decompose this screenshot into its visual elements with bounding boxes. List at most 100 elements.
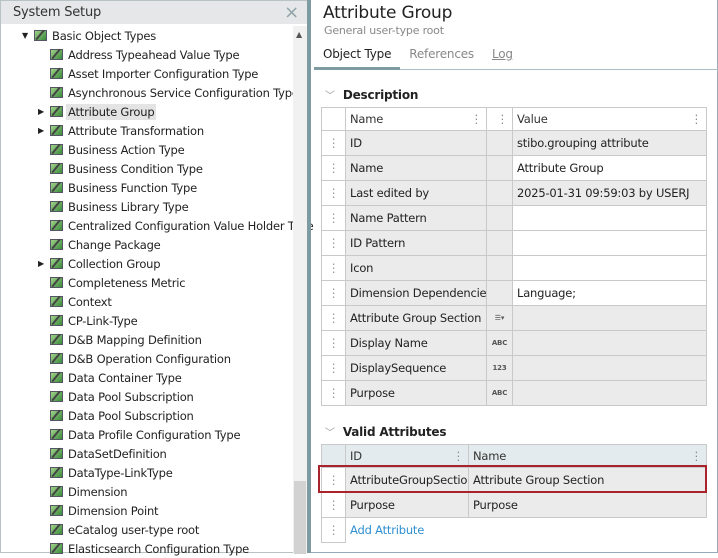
tree-item[interactable]: D&B Mapping Definition: [1, 330, 293, 349]
tree-item[interactable]: Data Pool Subscription: [1, 387, 293, 406]
column-header-name[interactable]: Name ⋮: [468, 444, 707, 468]
tree-item-label: Elasticsearch Configuration Type: [68, 541, 250, 556]
tree-item[interactable]: Data Container Type: [1, 368, 293, 387]
tree-item-label: Data Profile Configuration Type: [68, 427, 241, 442]
attribute-value[interactable]: Attribute Group: [512, 155, 707, 181]
tree-item-label: Asset Importer Configuration Type: [68, 66, 259, 81]
column-menu-icon[interactable]: ⋮: [471, 112, 483, 126]
object-type-icon: [50, 182, 63, 193]
column-menu-icon[interactable]: ⋮: [453, 449, 465, 463]
valid-attributes-section-header[interactable]: ﹀ Valid Attributes: [325, 424, 446, 439]
object-type-icon: [50, 144, 63, 155]
tree-item[interactable]: Data Pool Subscription: [1, 406, 293, 425]
tree-item[interactable]: D&B Operation Configuration: [1, 349, 293, 368]
column-header-value[interactable]: Value ⋮: [512, 107, 707, 131]
object-type-icon: [34, 30, 47, 41]
tree-item-label: Business Library Type: [68, 199, 189, 214]
row-drag-handle[interactable]: ⋮: [321, 517, 346, 543]
tree-item[interactable]: Business Action Type: [1, 140, 293, 159]
row-drag-handle[interactable]: ⋮: [321, 130, 346, 156]
tree-item-label: Completeness Metric: [68, 275, 186, 290]
tab-log[interactable]: Log: [483, 44, 522, 69]
table-header: ID ⋮ Name ⋮: [321, 444, 707, 468]
tree-item[interactable]: Asset Importer Configuration Type: [1, 64, 293, 83]
attribute-value[interactable]: [512, 230, 707, 256]
scrollbar-thumb[interactable]: [294, 481, 306, 554]
type-cell: [486, 280, 513, 306]
attribute-name: Icon: [345, 255, 487, 281]
tree-item[interactable]: Change Package: [1, 235, 293, 254]
tree-item[interactable]: ▶ Collection Group: [1, 254, 293, 273]
tree-item[interactable]: Completeness Metric: [1, 273, 293, 292]
attribute-value[interactable]: [512, 255, 707, 281]
column-header-name[interactable]: Name ⋮: [345, 107, 487, 131]
tree-item[interactable]: DataType-LinkType: [1, 463, 293, 482]
tree-item[interactable]: Dimension: [1, 482, 293, 501]
row-drag-handle[interactable]: ⋮: [321, 230, 346, 256]
tree-item[interactable]: Centralized Configuration Value Holder T…: [1, 216, 314, 235]
tree-item-label: eCatalog user-type root: [68, 522, 200, 537]
tree-item[interactable]: Business Condition Type: [1, 159, 293, 178]
table-row: ⋮ Attribute Group Section ☰▾: [321, 305, 707, 331]
row-drag-handle[interactable]: ⋮: [321, 155, 346, 181]
tree-item[interactable]: ▶ Attribute Transformation: [1, 121, 293, 140]
row-drag-handle[interactable]: ⋮: [321, 305, 346, 331]
tree-item[interactable]: ▼ Basic Object Types: [1, 26, 293, 45]
add-attribute-link[interactable]: Add Attribute: [345, 517, 469, 543]
column-header-id[interactable]: ID ⋮: [345, 444, 469, 468]
tree-item-label: CP-Link-Type: [68, 313, 138, 328]
tree-item[interactable]: Business Function Type: [1, 178, 293, 197]
column-menu-icon[interactable]: ⋮: [691, 112, 703, 126]
scroll-up-icon[interactable]: ▲: [296, 30, 302, 39]
tree-item[interactable]: eCatalog user-type root: [1, 520, 293, 539]
tree-item[interactable]: ▶ Attribute Group: [1, 102, 293, 121]
table-row[interactable]: ⋮ AttributeGroupSection Attribute Group Se…: [321, 467, 707, 493]
table-row: ⋮ Purpose ABC: [321, 380, 707, 406]
tab-object-type[interactable]: Object Type: [314, 44, 401, 70]
row-drag-handle[interactable]: ⋮: [321, 180, 346, 206]
attribute-value[interactable]: [512, 205, 707, 231]
row-drag-handle[interactable]: ⋮: [321, 492, 346, 518]
tree-item-label: Business Condition Type: [68, 161, 203, 176]
page-title: Attribute Group: [323, 3, 453, 23]
close-icon[interactable]: ×: [284, 2, 299, 23]
tree-item[interactable]: Data Profile Configuration Type: [1, 425, 293, 444]
description-section-header[interactable]: ﹀ Description: [325, 87, 418, 102]
tree-item[interactable]: Address Typeahead Value Type: [1, 45, 293, 64]
tree-item[interactable]: Asynchronous Service Configuration Type: [1, 83, 299, 102]
column-menu-icon[interactable]: ⋮: [691, 449, 703, 463]
tree-scrollbar[interactable]: ▲: [293, 26, 307, 554]
object-type-icon: [50, 163, 63, 174]
tree-item[interactable]: DataSetDefinition: [1, 444, 293, 463]
tree-item[interactable]: CP-Link-Type: [1, 311, 293, 330]
attribute-value[interactable]: Language;: [512, 280, 707, 306]
type-icon: ☰▾: [486, 305, 513, 331]
row-drag-handle[interactable]: ⋮: [321, 355, 346, 381]
collapsed-arrow-icon[interactable]: ▶: [38, 126, 44, 135]
column-menu-icon[interactable]: ⋮: [497, 112, 509, 126]
object-type-icon: [50, 315, 63, 326]
collapsed-arrow-icon[interactable]: ▶: [38, 259, 44, 268]
tree-item[interactable]: Context: [1, 292, 293, 311]
row-drag-handle[interactable]: ⋮: [321, 467, 346, 493]
attribute-id: AttributeGroupSection: [345, 467, 469, 493]
attribute-name: Purpose: [468, 492, 707, 518]
object-type-icon: [50, 296, 63, 307]
table-row[interactable]: ⋮ Purpose Purpose: [321, 492, 707, 518]
expanded-arrow-icon[interactable]: ▼: [22, 31, 28, 40]
tree-item[interactable]: Business Library Type: [1, 197, 293, 216]
object-type-icon: [50, 201, 63, 212]
row-drag-handle[interactable]: ⋮: [321, 255, 346, 281]
tab-references[interactable]: References: [400, 44, 483, 69]
tree-item[interactable]: Elasticsearch Configuration Type: [1, 539, 293, 558]
tree-item-label: Basic Object Types: [52, 28, 157, 43]
row-drag-handle[interactable]: ⋮: [321, 330, 346, 356]
attribute-name: Name Pattern: [345, 205, 487, 231]
row-drag-handle[interactable]: ⋮: [321, 205, 346, 231]
tree-item[interactable]: Dimension Point: [1, 501, 293, 520]
column-header-type[interactable]: ⋮: [486, 107, 513, 131]
row-drag-handle[interactable]: ⋮: [321, 280, 346, 306]
attribute-name: Purpose: [345, 380, 487, 406]
collapsed-arrow-icon[interactable]: ▶: [38, 107, 44, 116]
row-drag-handle[interactable]: ⋮: [321, 380, 346, 406]
